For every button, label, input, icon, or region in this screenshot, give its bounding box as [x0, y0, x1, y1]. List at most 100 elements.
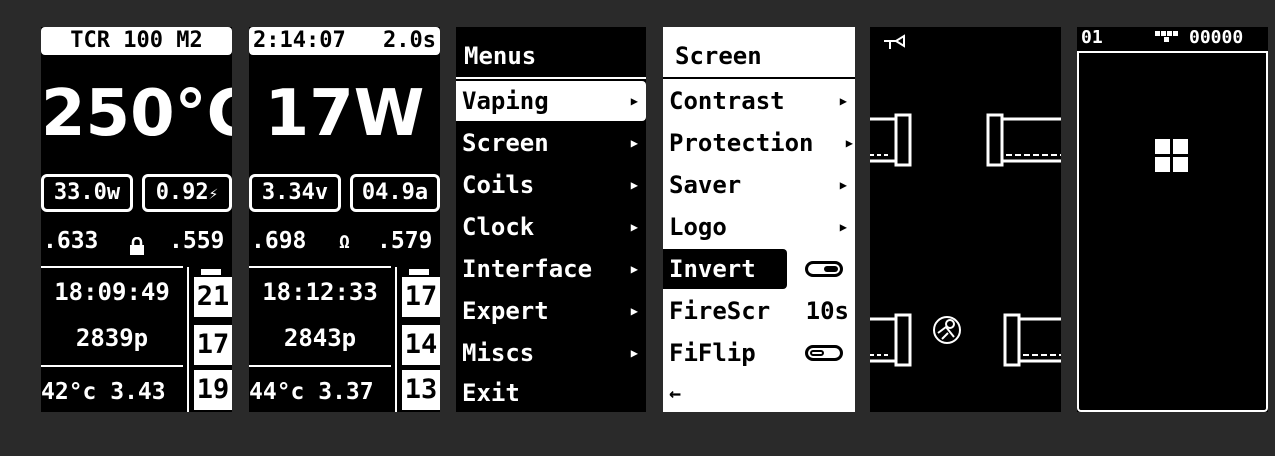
next-piece-icon — [1155, 31, 1178, 42]
uptime-header: 2:14:07 2.0s — [249, 27, 440, 55]
menu-item-invert[interactable]: Invert — [663, 249, 787, 289]
chevron-right-icon: ▶ — [839, 94, 847, 108]
menu-item-screen[interactable]: Screen ▶ — [456, 123, 646, 163]
divider — [395, 267, 397, 412]
level-value: 01 — [1081, 27, 1103, 48]
resistance-right: .559 — [169, 228, 225, 254]
battery-counter: 14 — [402, 325, 440, 365]
power-value: 17W — [264, 77, 425, 151]
battery-counter: 17 — [402, 277, 440, 317]
menu-item-label: Expert — [462, 297, 549, 325]
current-box: 04.9a — [350, 174, 440, 212]
menu-item-firescr[interactable]: FireScr 10s — [663, 291, 855, 331]
chevron-right-icon: ▶ — [839, 220, 847, 234]
menu-item-clock[interactable]: Clock ▶ — [456, 207, 646, 247]
uptime-value: 2:14:07 — [253, 28, 346, 53]
menu-item-miscs[interactable]: Miscs ▶ — [456, 333, 646, 373]
firescr-value: 10s — [805, 297, 849, 325]
battery-counter: 13 — [402, 370, 440, 410]
menu-item-label: Logo — [669, 213, 727, 241]
puff-count: 2839p — [75, 324, 149, 352]
fiflip-toggle[interactable] — [805, 345, 843, 361]
clock-time: 18:12:33 — [262, 278, 378, 306]
battery-counter: 21 — [194, 277, 232, 317]
pipe-left-top — [870, 113, 912, 167]
chevron-right-icon: ▶ — [630, 262, 638, 276]
clock-time: 18:09:49 — [54, 278, 170, 306]
divider — [41, 365, 183, 367]
resistance-left: .633 — [43, 228, 99, 254]
puff-count: 2843p — [283, 324, 357, 352]
battery-counter: 19 — [194, 370, 232, 410]
menu-item-contrast[interactable]: Contrast ▶ — [663, 81, 855, 121]
power-box: 33.0w — [41, 174, 133, 212]
menu-item-vaping[interactable]: Vaping ▶ — [456, 81, 646, 121]
resistance-box: 0.92⚡ — [142, 174, 232, 212]
menu-title: Screen — [675, 42, 762, 70]
status-line: 42°c 3.43 — [41, 379, 166, 405]
menu-item-coils[interactable]: Coils ▶ — [456, 165, 646, 205]
menu-item-label: Contrast — [669, 87, 785, 115]
menu-item-label: Protection — [669, 129, 814, 157]
game-canvas — [870, 34, 1061, 367]
tetris-game-screen: 01 00000 — [1077, 27, 1268, 412]
battery-cap — [201, 269, 221, 275]
menu-item-protection[interactable]: Protection ▶ — [663, 123, 855, 163]
main-menu-screen: Menus Vaping ▶ Screen ▶ Coils ▶ Clock ▶ … — [456, 27, 646, 412]
menu-item-label: Vaping — [462, 87, 549, 115]
back-arrow-icon: ← — [669, 381, 682, 405]
screen-menu-screen: Screen Contrast ▶ Protection ▶ Saver ▶ L… — [663, 27, 855, 412]
voltage-box: 3.34v — [249, 174, 341, 212]
invert-toggle[interactable] — [805, 261, 843, 277]
chevron-right-icon: ▶ — [630, 346, 638, 360]
toggle-knob — [824, 266, 838, 272]
bolt-icon: ⚡ — [208, 184, 219, 203]
menu-item-saver[interactable]: Saver ▶ — [663, 165, 855, 205]
chevron-right-icon: ▶ — [630, 220, 638, 234]
battery-counter: 17 — [194, 325, 232, 365]
falling-block — [1155, 139, 1188, 172]
back-button[interactable]: ← — [663, 373, 855, 412]
menu-item-label: Invert — [669, 255, 756, 283]
pipe-left-bottom — [870, 313, 912, 367]
status-line: 44°c 3.37 — [249, 379, 374, 405]
menu-item-expert[interactable]: Expert ▶ — [456, 291, 646, 331]
menu-item-label: Screen — [462, 129, 549, 157]
menu-item-logo[interactable]: Logo ▶ — [663, 207, 855, 247]
menu-item-label: Exit — [462, 379, 520, 407]
menu-item-label: Miscs — [462, 339, 535, 367]
power-screen: 2:14:07 2.0s 17W 3.34v 04.9a .698 Ω .579… — [249, 27, 440, 412]
divider — [663, 77, 855, 79]
menu-title: Menus — [464, 42, 537, 70]
sound-icon — [884, 34, 905, 49]
pipe-right-top — [986, 113, 1061, 167]
menu-item-exit[interactable]: Exit — [456, 373, 646, 412]
lock-icon — [129, 236, 145, 255]
puff-seconds: 2.0s — [383, 28, 436, 53]
menu-item-label: FiFlip — [669, 339, 756, 367]
bird-icon — [933, 316, 961, 344]
chevron-right-icon: ▶ — [630, 136, 638, 150]
chevron-right-icon: ▶ — [839, 178, 847, 192]
chevron-right-icon: ▶ — [845, 136, 853, 150]
resistance-right: .579 — [377, 228, 433, 254]
menu-item-interface[interactable]: Interface ▶ — [456, 249, 646, 289]
menu-item-label: FireScr — [669, 297, 771, 325]
ohm-icon: Ω — [339, 232, 350, 253]
divider — [41, 266, 183, 268]
score-value: 00000 — [1189, 27, 1244, 48]
menu-item-label: Interface — [462, 255, 593, 283]
resistance-value: 0.92 — [155, 180, 209, 205]
resistance-left: .698 — [251, 228, 307, 254]
pipe-right-bottom — [1003, 313, 1061, 367]
chevron-right-icon: ▶ — [630, 304, 638, 318]
divider — [249, 266, 391, 268]
flappy-game-screen — [870, 27, 1061, 412]
divider — [249, 365, 391, 367]
chevron-right-icon: ▶ — [630, 178, 638, 192]
mode-header: TCR 100 M2 — [41, 27, 232, 55]
chevron-right-icon: ▶ — [630, 94, 638, 108]
battery-cap — [409, 269, 429, 275]
playfield — [1077, 51, 1268, 412]
menu-item-label: Clock — [462, 213, 535, 241]
